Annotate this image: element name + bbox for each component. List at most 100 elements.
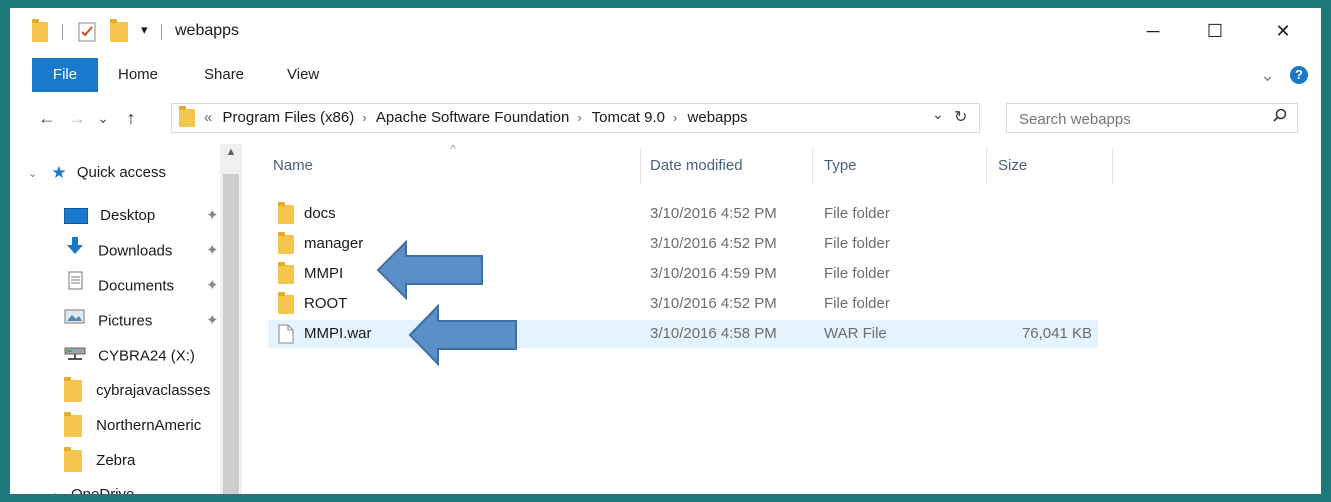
sidebar-item-label: Quick access	[76, 164, 167, 181]
column-header-size[interactable]: Size	[998, 150, 1027, 182]
table-row[interactable]: docs 3/10/2016 4:52 PM File folder	[268, 200, 1098, 228]
breadcrumb-webapps[interactable]: webapps	[688, 109, 748, 126]
sidebar-item-northernameric[interactable]: NorthernAmeric	[64, 411, 201, 441]
tab-file[interactable]: File	[32, 58, 98, 92]
forward-button[interactable]: →	[66, 106, 88, 130]
file-type: File folder	[824, 295, 890, 312]
pin-icon[interactable]: ✦	[206, 201, 219, 231]
column-header-type[interactable]: Type	[824, 150, 857, 182]
sidebar-item-documents[interactable]: Documents ✦	[64, 271, 219, 302]
navigation-scrollbar[interactable]: ▲	[220, 144, 242, 494]
navigation-bar: ← → ⌄ ↑ « Program Files (x86) › Apache So…	[10, 100, 1321, 136]
maximize-button[interactable]: ☐	[1192, 16, 1238, 46]
new-folder-icon[interactable]	[110, 19, 128, 42]
chevron-right-icon[interactable]: ›	[577, 110, 581, 125]
file-size: 76,041 KB	[1021, 325, 1092, 342]
file-name: MMPI.war	[304, 325, 372, 342]
tab-share[interactable]: Share	[204, 58, 244, 92]
collapse-ribbon-icon[interactable]: ⌄	[1260, 58, 1275, 92]
file-name: ROOT	[304, 295, 348, 312]
divider	[161, 24, 162, 40]
column-header-name[interactable]: Name	[273, 150, 313, 182]
sidebar-item-downloads[interactable]: Downloads ✦	[64, 236, 219, 267]
address-bar[interactable]: « Program Files (x86) › Apache Software F…	[171, 103, 980, 133]
column-divider[interactable]	[812, 148, 813, 184]
sidebar-item-cybra24[interactable]: CYBRA24 (X:)	[64, 341, 195, 371]
sidebar-item-zebra[interactable]: Zebra	[64, 446, 135, 476]
column-divider[interactable]	[986, 148, 987, 184]
search-input[interactable]	[1017, 108, 1261, 130]
column-divider[interactable]	[1112, 148, 1113, 184]
cloud-icon: ☁	[46, 480, 61, 494]
folder-icon	[278, 202, 294, 224]
scrollbar-thumb[interactable]	[223, 174, 239, 494]
pin-icon[interactable]: ✦	[206, 306, 219, 336]
chevron-right-icon[interactable]: ›	[362, 110, 366, 125]
help-icon[interactable]: ?	[1290, 66, 1308, 84]
breadcrumb: « Program Files (x86) › Apache Software F…	[204, 104, 754, 132]
document-icon	[64, 271, 86, 302]
sidebar-item-onedrive[interactable]: › ☁ OneDrive	[28, 480, 134, 494]
sidebar-item-label: Desktop	[100, 207, 156, 224]
file-date: 3/10/2016 4:52 PM	[650, 235, 777, 252]
divider	[62, 24, 63, 40]
chevron-right-icon[interactable]: ›	[673, 110, 677, 125]
title-bar: ▾ webapps ─ ☐ ✕	[10, 8, 1321, 52]
download-icon	[64, 236, 86, 267]
sidebar-item-desktop[interactable]: Desktop ✦	[64, 201, 219, 231]
sidebar-item-pictures[interactable]: Pictures ✦	[64, 306, 219, 337]
pin-icon[interactable]: ✦	[206, 236, 219, 266]
sidebar-item-label: OneDrive	[71, 486, 134, 494]
ribbon-tabs: File Home Share View ⌄ ?	[10, 58, 1321, 92]
sidebar-item-label: Downloads	[98, 242, 173, 260]
file-name: MMPI	[304, 265, 344, 282]
picture-icon	[64, 306, 86, 337]
chevron-right-icon[interactable]: ›	[28, 490, 32, 494]
refresh-icon[interactable]: ↻	[954, 107, 967, 127]
search-icon[interactable]	[1273, 108, 1287, 126]
chevron-down-icon[interactable]: ⌄	[28, 168, 37, 180]
folder-icon	[64, 377, 82, 403]
recent-locations-button[interactable]: ⌄	[92, 106, 114, 130]
annotation-arrow-icon	[376, 240, 483, 300]
close-button[interactable]: ✕	[1260, 16, 1306, 46]
sidebar-item-label: Documents	[98, 277, 175, 295]
star-icon: ★	[51, 163, 67, 183]
minimize-button[interactable]: ─	[1130, 16, 1176, 46]
file-date: 3/10/2016 4:52 PM	[650, 295, 777, 312]
tab-home[interactable]: Home	[118, 58, 158, 92]
properties-icon[interactable]	[78, 22, 96, 42]
address-dropdown-icon[interactable]: ⌄	[932, 106, 944, 123]
sidebar-item-label: Pictures	[98, 312, 153, 330]
network-drive-icon	[64, 341, 86, 372]
file-date: 3/10/2016 4:59 PM	[650, 265, 777, 282]
breadcrumb-apache[interactable]: Apache Software Foundation	[376, 109, 569, 126]
search-box[interactable]	[1006, 103, 1298, 133]
breadcrumb-overflow[interactable]: «	[204, 109, 212, 126]
breadcrumb-program-files[interactable]: Program Files (x86)	[223, 109, 355, 126]
table-row[interactable]: MMPI.war 3/10/2016 4:58 PM WAR File 76,0…	[268, 320, 1098, 348]
file-name: docs	[304, 205, 336, 222]
annotation-arrow-icon	[408, 304, 517, 366]
sidebar-item-label: cybrajavaclasses	[96, 382, 211, 399]
sidebar-item-cybrajavaclasses[interactable]: cybrajavaclasses	[64, 376, 210, 406]
file-date: 3/10/2016 4:58 PM	[650, 325, 777, 342]
file-type: WAR File	[824, 325, 887, 342]
column-header-date[interactable]: Date modified	[650, 150, 743, 182]
file-type: File folder	[824, 265, 890, 282]
qat-dropdown-icon[interactable]: ▾	[141, 22, 148, 42]
pin-icon[interactable]: ✦	[206, 271, 219, 301]
sidebar-item-label: NorthernAmeric	[96, 417, 202, 434]
window-title: webapps	[175, 22, 240, 39]
folder-icon	[278, 232, 294, 254]
scroll-up-icon[interactable]: ▲	[220, 146, 242, 166]
back-button[interactable]: ←	[36, 106, 58, 130]
file-type: File folder	[824, 205, 890, 222]
column-divider[interactable]	[640, 148, 641, 184]
breadcrumb-tomcat[interactable]: Tomcat 9.0	[592, 109, 665, 126]
folder-icon[interactable]	[32, 19, 48, 42]
up-button[interactable]: ↑	[120, 106, 142, 130]
navigation-pane: ⌄ ★ Quick access Desktop ✦ Downloads ✦ D…	[10, 144, 242, 494]
tab-view[interactable]: View	[287, 58, 319, 92]
quick-access[interactable]: ⌄ ★ Quick access	[28, 158, 166, 188]
